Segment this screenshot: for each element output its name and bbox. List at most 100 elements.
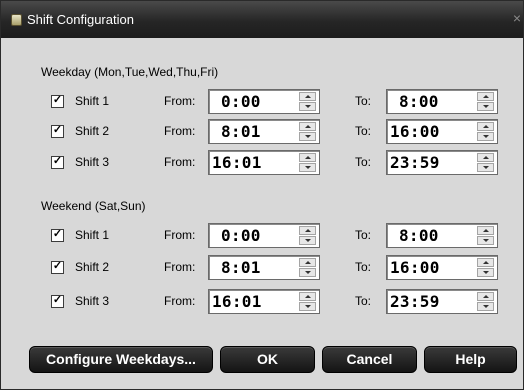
time-value: 0:00 xyxy=(221,226,261,245)
weekday-shift-2-to-input[interactable]: 16:00 xyxy=(386,119,498,144)
time-value: 16:01 xyxy=(212,153,262,172)
help-button[interactable]: Help xyxy=(424,346,517,373)
spin-up-icon[interactable] xyxy=(299,258,316,267)
cancel-button[interactable]: Cancel xyxy=(322,346,417,373)
to-label: To: xyxy=(355,294,372,308)
spin-down-icon[interactable] xyxy=(299,268,316,277)
spin-up-icon[interactable] xyxy=(477,153,494,162)
spin-up-icon[interactable] xyxy=(477,122,494,131)
spin-down-icon[interactable] xyxy=(299,102,316,111)
spin-up-icon[interactable] xyxy=(299,153,316,162)
to-label: To: xyxy=(355,124,372,138)
weekday-shift-1-checkbox[interactable]: ✓ xyxy=(51,94,64,108)
from-label: From: xyxy=(164,155,196,169)
spin-down-icon[interactable] xyxy=(299,132,316,141)
check-mark-icon: ✓ xyxy=(52,294,63,306)
close-icon[interactable]: × xyxy=(513,11,521,25)
spin-up-icon[interactable] xyxy=(299,226,316,235)
weekend-shift-1-row: ✓ Shift 1 From: 0:00 To: 8:00 xyxy=(1,223,523,253)
spin-up-icon[interactable] xyxy=(299,92,316,101)
check-mark-icon: ✓ xyxy=(52,228,63,240)
weekday-shift-1-row: ✓ Shift 1 From: 0:00 To: 8:00 xyxy=(1,89,523,119)
time-spinner xyxy=(477,153,494,172)
time-spinner xyxy=(477,258,494,277)
time-value: 8:01 xyxy=(221,258,261,277)
time-value: 8:00 xyxy=(399,92,439,111)
spin-up-icon[interactable] xyxy=(477,292,494,301)
check-mark-icon: ✓ xyxy=(52,94,63,106)
dialog-body: Weekday (Mon,Tue,Wed,Thu,Fri) ✓ Shift 1 … xyxy=(1,38,523,389)
spin-down-icon[interactable] xyxy=(477,132,494,141)
spin-down-icon[interactable] xyxy=(477,102,494,111)
window-title: Shift Configuration xyxy=(27,12,134,27)
to-label: To: xyxy=(355,155,372,169)
time-spinner xyxy=(477,122,494,141)
configure-weekdays-button[interactable]: Configure Weekdays... xyxy=(29,346,213,373)
weekend-shift-2-label: Shift 2 xyxy=(75,260,110,274)
time-spinner xyxy=(299,92,316,111)
spin-down-icon[interactable] xyxy=(299,163,316,172)
weekday-shift-2-row: ✓ Shift 2 From: 8:01 To: 16:00 xyxy=(1,119,523,149)
weekend-shift-3-label: Shift 3 xyxy=(75,294,110,308)
weekend-shift-1-checkbox[interactable]: ✓ xyxy=(51,228,64,242)
from-label: From: xyxy=(164,228,196,242)
time-value: 8:01 xyxy=(221,122,261,141)
weekend-shift-2-checkbox[interactable]: ✓ xyxy=(51,260,64,274)
spin-down-icon[interactable] xyxy=(477,163,494,172)
time-value: 8:00 xyxy=(399,226,439,245)
time-spinner xyxy=(477,92,494,111)
weekday-shift-1-label: Shift 1 xyxy=(75,94,110,108)
spin-up-icon[interactable] xyxy=(477,226,494,235)
time-spinner xyxy=(299,122,316,141)
spin-down-icon[interactable] xyxy=(299,302,316,311)
weekend-group-label: Weekend (Sat,Sun) xyxy=(41,199,146,213)
check-mark-icon: ✓ xyxy=(52,155,63,167)
weekday-shift-1-from-input[interactable]: 0:00 xyxy=(208,89,320,114)
weekend-shift-2-from-input[interactable]: 8:01 xyxy=(208,255,320,280)
time-value: 16:00 xyxy=(390,258,440,277)
time-value: 23:59 xyxy=(390,153,440,172)
weekday-shift-3-to-input[interactable]: 23:59 xyxy=(386,150,498,175)
spin-down-icon[interactable] xyxy=(299,236,316,245)
weekday-shift-2-from-input[interactable]: 8:01 xyxy=(208,119,320,144)
spin-up-icon[interactable] xyxy=(477,258,494,267)
time-spinner xyxy=(299,258,316,277)
weekday-shift-2-label: Shift 2 xyxy=(75,124,110,138)
title-bar: Shift Configuration × xyxy=(1,1,523,38)
spin-down-icon[interactable] xyxy=(477,302,494,311)
ok-button[interactable]: OK xyxy=(220,346,315,373)
spin-down-icon[interactable] xyxy=(477,268,494,277)
from-label: From: xyxy=(164,294,196,308)
weekday-shift-2-checkbox[interactable]: ✓ xyxy=(51,124,64,138)
time-spinner xyxy=(477,292,494,311)
weekend-shift-3-row: ✓ Shift 3 From: 16:01 To: 23:59 xyxy=(1,289,523,319)
to-label: To: xyxy=(355,260,372,274)
weekend-shift-1-from-input[interactable]: 0:00 xyxy=(208,223,320,248)
time-value: 23:59 xyxy=(390,292,440,311)
check-mark-icon: ✓ xyxy=(52,260,63,272)
weekend-shift-2-to-input[interactable]: 16:00 xyxy=(386,255,498,280)
weekend-shift-3-from-input[interactable]: 16:01 xyxy=(208,289,320,314)
from-label: From: xyxy=(164,124,196,138)
weekday-shift-3-checkbox[interactable]: ✓ xyxy=(51,155,64,169)
weekday-shift-3-label: Shift 3 xyxy=(75,155,110,169)
check-mark-icon: ✓ xyxy=(52,124,63,136)
weekday-shift-3-from-input[interactable]: 16:01 xyxy=(208,150,320,175)
weekend-shift-1-to-input[interactable]: 8:00 xyxy=(386,223,498,248)
time-value: 0:00 xyxy=(221,92,261,111)
app-icon xyxy=(11,14,22,26)
spin-down-icon[interactable] xyxy=(477,236,494,245)
weekday-shift-3-row: ✓ Shift 3 From: 16:01 To: 23:59 xyxy=(1,150,523,180)
weekday-shift-1-to-input[interactable]: 8:00 xyxy=(386,89,498,114)
spin-up-icon[interactable] xyxy=(299,292,316,301)
spin-up-icon[interactable] xyxy=(299,122,316,131)
from-label: From: xyxy=(164,260,196,274)
spin-up-icon[interactable] xyxy=(477,92,494,101)
weekend-shift-1-label: Shift 1 xyxy=(75,228,110,242)
weekend-shift-3-checkbox[interactable]: ✓ xyxy=(51,294,64,308)
to-label: To: xyxy=(355,228,372,242)
weekend-shift-3-to-input[interactable]: 23:59 xyxy=(386,289,498,314)
from-label: From: xyxy=(164,94,196,108)
time-value: 16:00 xyxy=(390,122,440,141)
to-label: To: xyxy=(355,94,372,108)
